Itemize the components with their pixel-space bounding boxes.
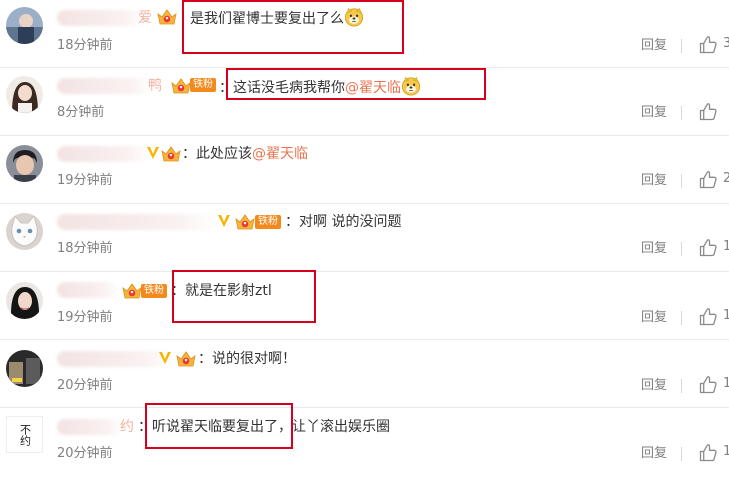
- comment-body: ：就是在影射ztl: [171, 283, 272, 299]
- comment-text: ：说的很对啊！: [198, 349, 296, 369]
- username-tail[interactable]: 约: [120, 418, 134, 436]
- like-count: 2: [723, 171, 729, 186]
- comment-timestamp: 18分钟前: [57, 241, 113, 256]
- fan-badge: 铁粉: [190, 78, 216, 92]
- crown-badge-icon: [170, 77, 192, 95]
- reply-button[interactable]: 回复: [641, 240, 667, 258]
- thumbs-up-icon: [698, 443, 718, 463]
- comment-timestamp: 18分钟前: [57, 38, 113, 53]
- comment-item: 爱 是我们翟博士要复出了么 18分钟前 回复 3: [0, 0, 729, 68]
- comment-timestamp: 19分钟前: [57, 310, 113, 325]
- like-count: 1: [723, 376, 729, 391]
- like-count: 1: [723, 444, 729, 459]
- vip-icon: [146, 145, 160, 163]
- reply-button[interactable]: 回复: [641, 445, 667, 463]
- comment-text: ：这话没毛病我帮你@翟天临: [219, 76, 421, 98]
- thumbs-up-icon: [698, 375, 718, 395]
- crown-badge-icon: [175, 350, 197, 368]
- like-count: 3: [723, 36, 729, 51]
- divider: [681, 311, 682, 325]
- vip-icon: [217, 213, 231, 231]
- doge-emoji-icon: [401, 76, 421, 96]
- username-blurred[interactable]: [57, 419, 123, 435]
- avatar[interactable]: [6, 350, 43, 387]
- comment-item: 鸭 铁粉 ：这话没毛病我帮你@翟天临 8分钟前 回复: [0, 68, 729, 136]
- reply-button[interactable]: 回复: [641, 377, 667, 395]
- comment-timestamp: 20分钟前: [57, 446, 113, 461]
- comment-text: 是我们翟博士要复出了么: [190, 7, 364, 29]
- comment-item: 铁粉 ：对啊 说的没问题 18分钟前 回复 1: [0, 204, 729, 272]
- like-count: 1: [723, 308, 729, 323]
- thumbs-up-icon: [698, 238, 718, 258]
- avatar[interactable]: [6, 282, 43, 319]
- divider: [681, 242, 682, 256]
- thumbs-up-icon: [698, 170, 718, 190]
- mention-link[interactable]: @翟天临: [252, 146, 308, 162]
- fan-badge: 铁粉: [255, 215, 281, 229]
- comment-item: 不约 约 ：听说翟天临要复出了，让丫滚出娱乐圈 20分钟前 回复 1: [0, 408, 729, 476]
- doge-emoji-icon: [344, 7, 364, 27]
- comment-item: 铁粉 ：就是在影射ztl 19分钟前 回复 1: [0, 272, 729, 340]
- comment-text: ：此处应该@翟天临: [182, 144, 308, 164]
- avatar[interactable]: [6, 213, 43, 250]
- comment-text: ：就是在影射ztl: [171, 281, 272, 301]
- comment-body: ：此处应该: [182, 146, 252, 162]
- divider: [681, 379, 682, 393]
- username-blurred[interactable]: [57, 214, 217, 230]
- username-blurred[interactable]: [57, 282, 119, 298]
- crown-badge-icon: [160, 145, 182, 163]
- divider: [681, 174, 682, 188]
- username-blurred[interactable]: [57, 351, 173, 367]
- thumbs-up-icon: [698, 307, 718, 327]
- comment-body: 是我们翟博士要复出了么: [190, 11, 344, 27]
- username-blurred[interactable]: [57, 10, 145, 26]
- username-blurred[interactable]: [57, 78, 153, 94]
- comment-item: ：说的很对啊！ 20分钟前 回复 1: [0, 340, 729, 408]
- mention-link[interactable]: @翟天临: [345, 80, 401, 96]
- comment-body: ：对啊 说的没问题: [285, 214, 402, 230]
- crown-badge-icon: [156, 8, 178, 26]
- divider: [681, 39, 682, 53]
- reply-button[interactable]: 回复: [641, 172, 667, 190]
- avatar[interactable]: 不约: [6, 416, 43, 453]
- fan-badge: 铁粉: [141, 284, 167, 298]
- vip-icon: [158, 350, 172, 368]
- avatar[interactable]: [6, 145, 43, 182]
- comment-body: ：说的很对啊！: [198, 351, 296, 367]
- like-count: 1: [723, 239, 729, 254]
- comment-timestamp: 8分钟前: [57, 105, 105, 120]
- reply-button[interactable]: 回复: [641, 104, 667, 122]
- reply-button[interactable]: 回复: [641, 37, 667, 55]
- username-tail[interactable]: 爱: [138, 9, 152, 27]
- comment-text: ：对啊 说的没问题: [285, 212, 401, 232]
- avatar[interactable]: [6, 76, 43, 113]
- divider: [681, 106, 682, 120]
- avatar-text: 不约: [18, 424, 32, 446]
- reply-button[interactable]: 回复: [641, 309, 667, 327]
- thumbs-up-icon: [698, 35, 718, 55]
- username-blurred[interactable]: [57, 146, 151, 162]
- comment-timestamp: 19分钟前: [57, 173, 113, 188]
- comment-body: ：这话没毛病我帮你: [219, 80, 345, 96]
- crown-badge-icon: [121, 282, 143, 300]
- avatar[interactable]: [6, 7, 43, 44]
- comment-item: ：此处应该@翟天临 19分钟前 回复 2: [0, 136, 729, 204]
- divider: [681, 447, 682, 461]
- comment-timestamp: 20分钟前: [57, 378, 113, 393]
- username-tail[interactable]: 鸭: [148, 77, 162, 95]
- comment-text: ：听说翟天临要复出了，让丫滚出娱乐圈: [138, 417, 390, 437]
- comment-body: ：听说翟天临要复出了，让丫滚出娱乐圈: [138, 419, 390, 435]
- crown-badge-icon: [234, 213, 256, 231]
- thumbs-up-icon: [698, 102, 718, 122]
